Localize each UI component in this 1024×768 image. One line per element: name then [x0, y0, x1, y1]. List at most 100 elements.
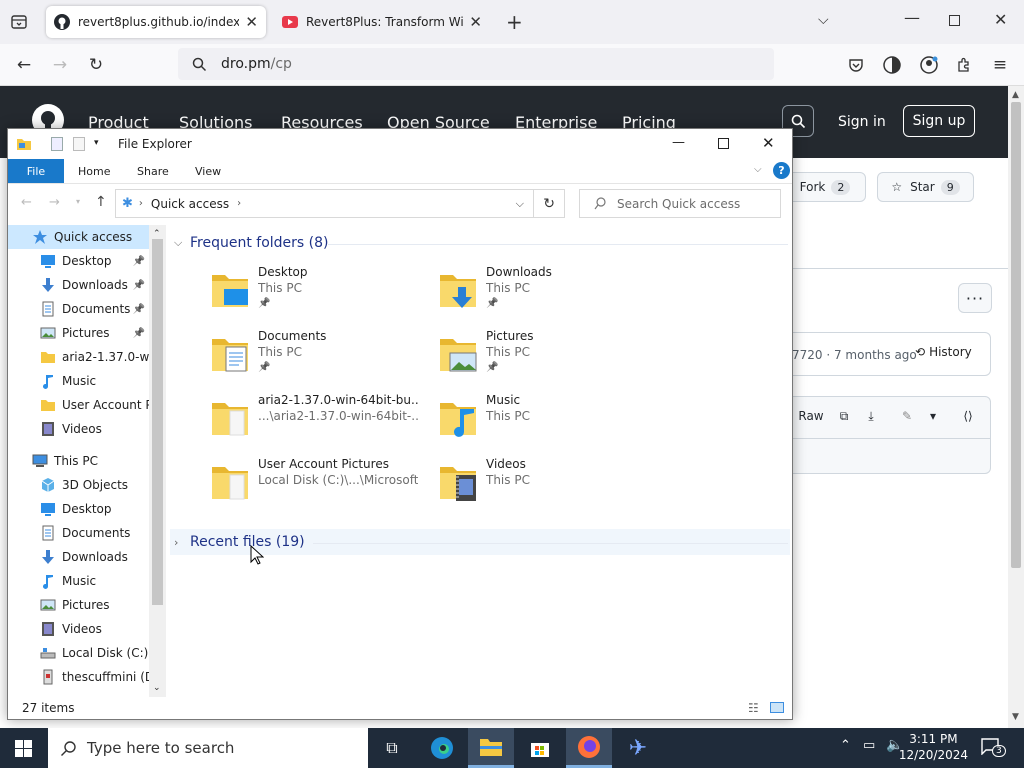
tab-file[interactable]: File	[8, 159, 64, 183]
chevron-down-icon[interactable]: ▾	[922, 403, 944, 429]
tab-github[interactable]: revert8plus.github.io/index.htm ✕	[46, 6, 266, 38]
nav-item[interactable]: 3D Objects	[8, 473, 149, 497]
close-icon[interactable]: ✕	[469, 13, 482, 31]
pocket-icon[interactable]	[843, 52, 869, 78]
folder-tile[interactable]: Documents This PC 📌	[210, 329, 420, 385]
chevron-down-icon[interactable]: ⌵	[818, 12, 829, 28]
puzzle-icon[interactable]	[951, 52, 977, 78]
tab-list-icon[interactable]	[10, 13, 28, 31]
edge-icon[interactable]	[419, 728, 465, 768]
folder-tile[interactable]: User Account Pictures Local Disk (C:)\...…	[210, 457, 420, 513]
folder-tile[interactable]: Desktop This PC 📌	[210, 265, 420, 321]
reload-icon[interactable]: ↻	[83, 52, 109, 78]
page-scrollbar[interactable]: ▲ ▼	[1008, 86, 1024, 728]
firefox-icon[interactable]	[566, 728, 612, 768]
recent-files-header[interactable]: › Recent files (19)	[174, 534, 305, 550]
url-bar[interactable]: dro.pm/cp	[178, 48, 774, 80]
extension-icon[interactable]	[879, 52, 905, 78]
nav-item[interactable]: Music	[8, 569, 149, 593]
clock[interactable]: 3:11 PM 12/20/2024	[899, 731, 968, 763]
recent-locations-icon[interactable]: ▾	[76, 197, 80, 206]
tab-home[interactable]: Home	[64, 159, 124, 183]
expand-ribbon-icon[interactable]: ⌵	[754, 164, 762, 175]
nav-scrollbar[interactable]: ⌃ ⌄	[149, 225, 166, 697]
search-box[interactable]: Search Quick access	[579, 189, 781, 218]
minimize-icon[interactable]: —	[672, 135, 685, 150]
nav-item[interactable]: Pictures 📌	[8, 321, 149, 345]
show-hidden-icons[interactable]: ⌃	[840, 738, 851, 753]
properties-icon[interactable]	[51, 137, 63, 151]
folder-tile[interactable]: Pictures This PC 📌	[438, 329, 648, 385]
scroll-thumb[interactable]	[152, 239, 163, 605]
folder-tile[interactable]: aria2-1.37.0-win-64bit-bu... ...\aria2-1.…	[210, 393, 420, 449]
nav-item[interactable]: Desktop 📌	[8, 249, 149, 273]
tab-share[interactable]: Share	[123, 159, 183, 183]
breadcrumb[interactable]: Quick access	[151, 197, 229, 211]
refresh-icon[interactable]: ↻	[543, 196, 555, 212]
fork-button[interactable]: Fork 2	[784, 172, 866, 202]
frequent-folders-header[interactable]: ⌵ Frequent folders (8)	[174, 235, 329, 251]
new-tab-icon[interactable]: +	[506, 10, 523, 34]
nav-item[interactable]: Documents	[8, 521, 149, 545]
copy-icon[interactable]: ⧉	[832, 403, 856, 429]
up-icon[interactable]: ↑	[95, 194, 107, 210]
help-icon[interactable]: ?	[773, 162, 790, 179]
account-icon[interactable]	[916, 52, 942, 78]
nav-item[interactable]: Local Disk (C:)	[8, 641, 149, 665]
history-link[interactable]: ⟲ History	[915, 345, 972, 359]
details-view-icon[interactable]: ☷	[748, 701, 759, 715]
download-icon[interactable]: ⤓	[859, 403, 883, 429]
start-button[interactable]	[0, 728, 46, 768]
tab-youtube[interactable]: Revert8Plus: Transform Window ✕	[274, 6, 490, 38]
task-view-icon[interactable]: ⧉	[369, 728, 415, 768]
store-icon[interactable]	[517, 728, 563, 768]
minimize-icon[interactable]: —	[904, 8, 920, 27]
scroll-thumb[interactable]	[1011, 102, 1021, 568]
raw-button[interactable]: Raw	[796, 403, 826, 429]
taskbar-search[interactable]: Type here to search	[48, 728, 368, 768]
edit-icon[interactable]: ✎	[895, 403, 919, 429]
nav-item[interactable]: Videos	[8, 417, 149, 441]
code-icon[interactable]: ⟨⟩	[956, 403, 980, 429]
scroll-up-icon[interactable]: ▲	[1012, 90, 1019, 100]
file-explorer-taskbar-icon[interactable]	[468, 728, 514, 768]
customize-toolbar-icon[interactable]: ▾	[94, 138, 99, 148]
scroll-down-icon[interactable]: ▼	[1012, 712, 1019, 722]
forward-icon[interactable]: →	[47, 52, 73, 78]
sign-in-link[interactable]: Sign in	[838, 114, 886, 130]
close-icon[interactable]: ✕	[762, 134, 775, 152]
scroll-up-icon[interactable]: ⌃	[153, 229, 161, 239]
maximize-icon[interactable]	[949, 15, 960, 26]
folder-tile[interactable]: Music This PC	[438, 393, 648, 449]
close-window-icon[interactable]: ✕	[994, 10, 1007, 29]
nav-item[interactable]: User Account Pi	[8, 393, 149, 417]
nav-item[interactable]: This PC	[8, 449, 149, 473]
nav-item[interactable]: Videos	[8, 617, 149, 641]
nav-item[interactable]: Pictures	[8, 593, 149, 617]
nav-item[interactable]: Downloads 📌	[8, 273, 149, 297]
folder-tile[interactable]: Downloads This PC 📌	[438, 265, 648, 321]
address-bar[interactable]: ✱ › Quick access › ⌵ ↻	[115, 189, 565, 218]
close-icon[interactable]: ✕	[245, 13, 258, 31]
menu-icon[interactable]: ≡	[987, 52, 1013, 78]
nav-item[interactable]: Quick access	[8, 225, 149, 249]
nav-item[interactable]: thescuffmini (D:	[8, 665, 149, 689]
forward-icon[interactable]: →	[49, 195, 60, 210]
notification-center-icon[interactable]: 3	[980, 737, 1006, 759]
tab-view[interactable]: View	[181, 159, 235, 183]
star-button[interactable]: ☆ Star 9	[877, 172, 974, 202]
maximize-icon[interactable]	[718, 138, 729, 149]
back-icon[interactable]: ←	[11, 52, 37, 78]
chevron-down-icon[interactable]: ⌵	[516, 197, 524, 211]
nav-item[interactable]: Desktop	[8, 497, 149, 521]
scroll-down-icon[interactable]: ⌄	[153, 683, 161, 693]
app-jet-icon[interactable]: ✈	[615, 728, 661, 768]
back-icon[interactable]: ←	[21, 195, 32, 210]
tiles-view-icon[interactable]	[770, 702, 784, 713]
sign-up-button[interactable]: Sign up	[903, 105, 975, 137]
nav-item[interactable]: Music	[8, 369, 149, 393]
nav-item[interactable]: Downloads	[8, 545, 149, 569]
folder-tile[interactable]: Videos This PC	[438, 457, 648, 513]
network-icon[interactable]: ▭	[863, 738, 875, 753]
nav-item[interactable]: aria2-1.37.0-win-	[8, 345, 149, 369]
